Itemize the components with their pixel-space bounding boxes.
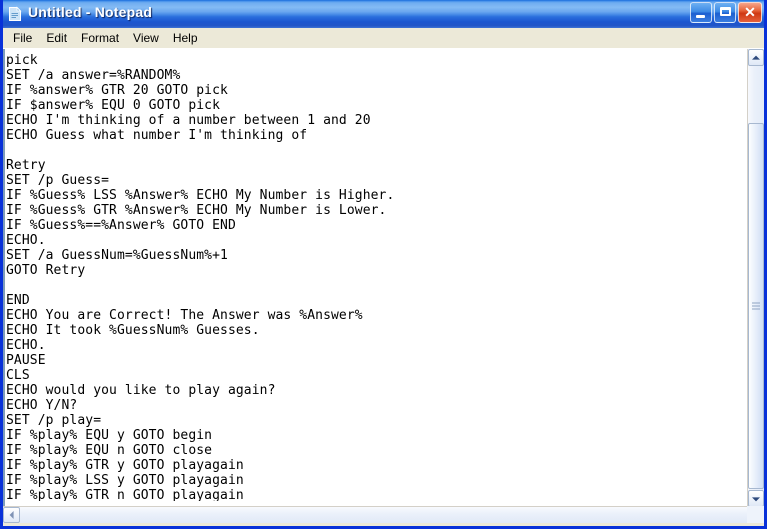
text-line: IF %play% GTR n GOTO playagain (6, 488, 244, 501)
text-line: IF %Guess%==%Answer% GOTO END (6, 218, 236, 233)
close-button[interactable]: ✕ (738, 2, 762, 23)
text-line: ECHO would you like to play again? (6, 383, 276, 398)
maximize-icon (720, 7, 731, 16)
text-line: ECHO Y/N? (6, 398, 78, 413)
text-line: SET /a answer=%RANDOM% (6, 68, 181, 83)
menu-item-file[interactable]: File (6, 29, 39, 48)
text-line: CLS (6, 368, 30, 383)
text-line: IF %play% EQU n GOTO close (6, 443, 213, 458)
scroll-up-button[interactable] (748, 49, 764, 66)
notepad-window: Untitled - Notepad ✕ File Edit Format Vi… (0, 0, 767, 529)
text-line: ECHO Guess what number I'm thinking of (6, 128, 308, 143)
scrollbar-corner (747, 506, 764, 523)
text-line: SET /p Guess= (6, 173, 110, 188)
text-line: ECHO. (6, 233, 46, 248)
text-line: GOTO Retry (6, 263, 86, 278)
menu-item-help[interactable]: Help (166, 29, 205, 48)
maximize-button[interactable] (714, 2, 736, 23)
text-line: ECHO. (6, 338, 46, 353)
text-line: IF %Guess% LSS %Answer% ECHO My Number i… (6, 188, 395, 203)
text-line: pick (6, 53, 38, 68)
minimize-icon (696, 15, 705, 18)
vertical-scrollbar[interactable] (747, 49, 764, 507)
text-line: IF $answer% EQU 0 GOTO pick (6, 98, 221, 113)
text-editor[interactable]: pick SET /a answer=%RANDOM% IF %answer% GT… (6, 53, 736, 501)
text-line: SET /p play= (6, 413, 102, 428)
text-line: IF %Guess% GTR %Answer% ECHO My Number i… (6, 203, 387, 218)
text-line: Retry (6, 158, 46, 173)
text-line (6, 278, 736, 293)
title-bar[interactable]: Untitled - Notepad ✕ (3, 0, 764, 28)
close-icon: ✕ (744, 4, 756, 20)
vertical-scroll-thumb[interactable] (748, 123, 764, 489)
text-line: IF %play% EQU y GOTO begin (6, 428, 213, 443)
text-line: ECHO It took %GuessNum% Guesses. (6, 323, 260, 338)
scroll-left-arrow-icon (9, 511, 14, 519)
scroll-down-button[interactable] (748, 490, 764, 507)
scroll-left-button[interactable] (3, 507, 20, 523)
window-title: Untitled - Notepad (28, 4, 153, 20)
text-line: IF %play% LSS y GOTO playagain (6, 473, 244, 488)
scroll-thumb-grip-icon (752, 302, 760, 310)
minimize-button[interactable] (690, 2, 712, 23)
text-line: SET /a GuessNum=%GuessNum%+1 (6, 248, 228, 263)
horizontal-scroll-track[interactable] (20, 507, 747, 523)
text-line: PAUSE (6, 353, 46, 368)
text-line: IF %play% GTR y GOTO playagain (6, 458, 244, 473)
menu-bar: File Edit Format View Help (3, 28, 764, 48)
window-controls: ✕ (690, 2, 762, 24)
menu-item-format[interactable]: Format (74, 29, 126, 48)
menu-item-edit[interactable]: Edit (39, 29, 74, 48)
menu-item-view[interactable]: View (126, 29, 166, 48)
notepad-document-icon (7, 6, 23, 22)
text-line: ECHO I'm thinking of a number between 1 … (6, 113, 371, 128)
horizontal-scrollbar[interactable] (3, 506, 764, 523)
scroll-down-arrow-icon (752, 496, 760, 501)
text-line: IF %answer% GTR 20 GOTO pick (6, 83, 228, 98)
text-line (6, 143, 736, 158)
editor-left-border (3, 49, 5, 523)
scroll-up-arrow-icon (752, 55, 760, 60)
text-line: ECHO You are Correct! The Answer was %An… (6, 308, 363, 323)
text-line: END (6, 293, 30, 308)
editor-client-area: pick SET /a answer=%RANDOM% IF %answer% GT… (3, 48, 764, 523)
